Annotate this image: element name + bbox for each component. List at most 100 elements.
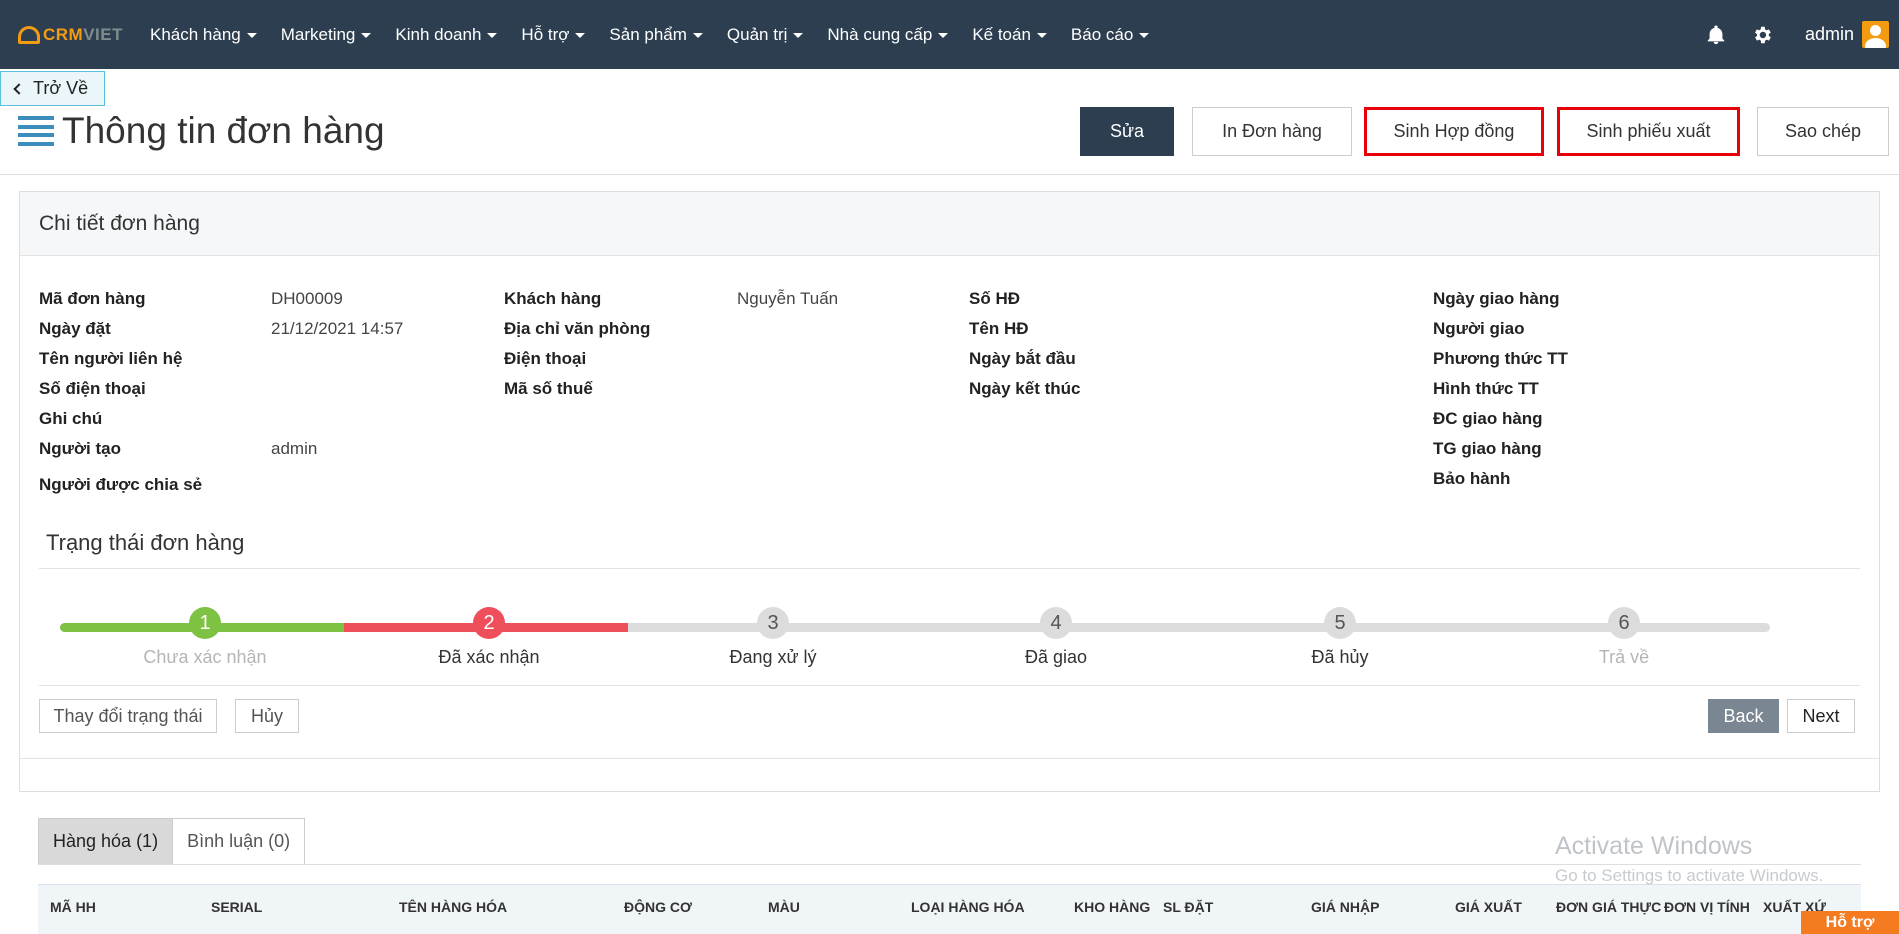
nav-ho-tro[interactable]: Hỗ trợ bbox=[521, 25, 586, 45]
info-row: Người tạo admin bbox=[39, 439, 318, 458]
step-label: Đã xác nhận bbox=[438, 647, 540, 667]
activate-windows-title: Activate Windows bbox=[1555, 832, 1753, 860]
status-next-button[interactable]: Next bbox=[1787, 699, 1855, 733]
column-header[interactable]: SL ĐẶT bbox=[1163, 899, 1213, 915]
info-row: Ngày kết thúc bbox=[969, 379, 1081, 398]
step-circle: 1 bbox=[189, 607, 221, 639]
nav-quan-tri[interactable]: Quản trị bbox=[727, 25, 804, 45]
info-column-1: Mã đơn hàng DH00009 Ngày đặt 21/12/2021 14… bbox=[39, 284, 403, 506]
caret-down-icon bbox=[1036, 33, 1047, 38]
nav-marketing[interactable]: Marketing bbox=[281, 25, 372, 45]
crmviet-logo[interactable]: CRMVIET bbox=[18, 25, 126, 45]
caret-down-icon bbox=[793, 33, 804, 38]
info-row: Số điện thoại bbox=[39, 379, 146, 398]
nav-san-pham[interactable]: Sản phẩm bbox=[609, 25, 703, 45]
gear-icon[interactable] bbox=[1751, 24, 1773, 46]
logo-text-viet: VIET bbox=[83, 24, 124, 44]
info-row: Người giao bbox=[1433, 319, 1525, 338]
step-circle: 5 bbox=[1324, 607, 1356, 639]
column-header[interactable]: KHO HÀNG bbox=[1074, 899, 1150, 915]
step-circle: 4 bbox=[1040, 607, 1072, 639]
tab-products[interactable]: Hàng hóa (1) bbox=[38, 818, 174, 865]
column-header[interactable]: MÀU bbox=[768, 899, 800, 915]
change-status-button[interactable]: Thay đổi trạng thái bbox=[39, 699, 217, 733]
column-header[interactable]: ĐƠN GIÁ THỰC bbox=[1556, 899, 1661, 915]
info-row: Phương thức TT bbox=[1433, 349, 1568, 368]
column-header[interactable]: ĐỘNG CƠ bbox=[624, 899, 692, 915]
caret-down-icon bbox=[1139, 33, 1150, 38]
column-header[interactable]: GIÁ XUẤT bbox=[1455, 899, 1522, 915]
edit-button[interactable]: Sửa bbox=[1080, 107, 1174, 156]
column-header[interactable]: GIÁ NHẬP bbox=[1311, 899, 1379, 915]
avatar[interactable] bbox=[1862, 21, 1889, 48]
info-row: Số HĐ bbox=[969, 289, 1020, 308]
caret-down-icon bbox=[487, 33, 498, 38]
info-row: Người được chia sẻ bbox=[39, 475, 203, 494]
support-button[interactable]: Hỗ trợ bbox=[1801, 911, 1899, 934]
column-header[interactable]: SERIAL bbox=[211, 899, 262, 915]
activate-windows-subtitle: Go to Settings to activate Windows. bbox=[1555, 866, 1824, 885]
generate-contract-button[interactable]: Sinh Hợp đồng bbox=[1364, 107, 1544, 156]
status-section-title: Trạng thái đơn hàng bbox=[46, 530, 245, 555]
info-row: ĐC giao hàng bbox=[1433, 409, 1543, 428]
bell-icon[interactable] bbox=[1705, 24, 1727, 46]
card-title: Chi tiết đơn hàng bbox=[20, 192, 1879, 256]
tab-comments[interactable]: Bình luận (0) bbox=[173, 818, 306, 865]
divider bbox=[39, 568, 1860, 569]
nav-ke-toan[interactable]: Kế toán bbox=[972, 25, 1047, 45]
caret-down-icon bbox=[575, 33, 586, 38]
print-order-button[interactable]: In Đơn hàng bbox=[1192, 107, 1352, 156]
status-step-1[interactable]: 1 Chưa xác nhận bbox=[135, 607, 275, 668]
info-row: Ghi chú bbox=[39, 409, 103, 428]
generate-export-slip-button[interactable]: Sinh phiếu xuất bbox=[1557, 107, 1740, 156]
divider bbox=[39, 685, 1860, 686]
logo-text-crm: CRM bbox=[43, 24, 84, 44]
list-icon bbox=[18, 116, 54, 146]
step-label: Chưa xác nhận bbox=[143, 647, 267, 667]
caret-down-icon bbox=[361, 33, 372, 38]
caret-down-icon bbox=[938, 33, 949, 38]
info-row: Tên HĐ bbox=[969, 319, 1029, 338]
step-circle: 2 bbox=[473, 607, 505, 639]
status-step-2[interactable]: 2 Đã xác nhận bbox=[419, 607, 559, 668]
back-button[interactable]: Trở Về bbox=[0, 71, 105, 106]
step-label: Đang xử lý bbox=[729, 647, 817, 667]
divider bbox=[0, 174, 1899, 175]
divider bbox=[38, 864, 1861, 865]
page-title: Thông tin đơn hàng bbox=[62, 110, 385, 151]
status-progress-track bbox=[60, 623, 1770, 632]
order-detail-card: Chi tiết đơn hàng Mã đơn hàng DH00009 Ngà… bbox=[19, 191, 1880, 792]
nav-bao-cao[interactable]: Báo cáo bbox=[1071, 25, 1150, 45]
chevron-left-icon bbox=[13, 82, 25, 95]
nav-khach-hang[interactable]: Khách hàng bbox=[150, 25, 257, 45]
info-row: Ngày bắt đầu bbox=[969, 349, 1076, 368]
logo-icon bbox=[18, 25, 40, 44]
info-column-3: Số HĐ Tên HĐ Ngày bắt đầu Ngày kết thúc bbox=[969, 284, 1202, 404]
nav-kinh-doanh[interactable]: Kinh doanh bbox=[395, 25, 498, 45]
info-row: Ngày đặt 21/12/2021 14:57 bbox=[39, 319, 404, 338]
copy-button[interactable]: Sao chép bbox=[1757, 107, 1889, 156]
step-circle: 3 bbox=[757, 607, 789, 639]
status-step-4[interactable]: 4 Đã giao bbox=[986, 607, 1126, 668]
info-column-2: Khách hàng Nguyễn Tuấn Địa chỉ văn phòng … bbox=[504, 284, 838, 404]
step-label: Trả về bbox=[1598, 647, 1650, 667]
step-circle: 6 bbox=[1608, 607, 1640, 639]
info-row: Bảo hành bbox=[1433, 469, 1511, 488]
caret-down-icon bbox=[246, 33, 257, 38]
divider bbox=[20, 758, 1879, 759]
status-step-3[interactable]: 3 Đang xử lý bbox=[703, 607, 843, 668]
column-header[interactable]: TÊN HÀNG HÓA bbox=[399, 899, 507, 915]
column-header[interactable]: LOẠI HÀNG HÓA bbox=[911, 899, 1025, 915]
status-step-5[interactable]: 5 Đã hủy bbox=[1270, 607, 1410, 668]
info-row: Hình thức TT bbox=[1433, 379, 1539, 398]
info-row: Ngày giao hàng bbox=[1433, 289, 1560, 308]
user-name[interactable]: admin bbox=[1805, 24, 1854, 45]
status-step-6[interactable]: 6 Trả về bbox=[1554, 607, 1694, 668]
info-row: Mã số thuế bbox=[504, 379, 593, 398]
cancel-button[interactable]: Hủy bbox=[235, 699, 299, 733]
nav-nha-cung-cap[interactable]: Nhà cung cấp bbox=[827, 25, 949, 45]
top-navbar: CRMVIET Khách hàng Marketing Kinh doanh … bbox=[0, 0, 1899, 69]
column-header[interactable]: MÃ HH bbox=[50, 899, 96, 915]
column-header[interactable]: ĐƠN VỊ TÍNH bbox=[1664, 899, 1750, 915]
status-back-button[interactable]: Back bbox=[1708, 699, 1779, 733]
